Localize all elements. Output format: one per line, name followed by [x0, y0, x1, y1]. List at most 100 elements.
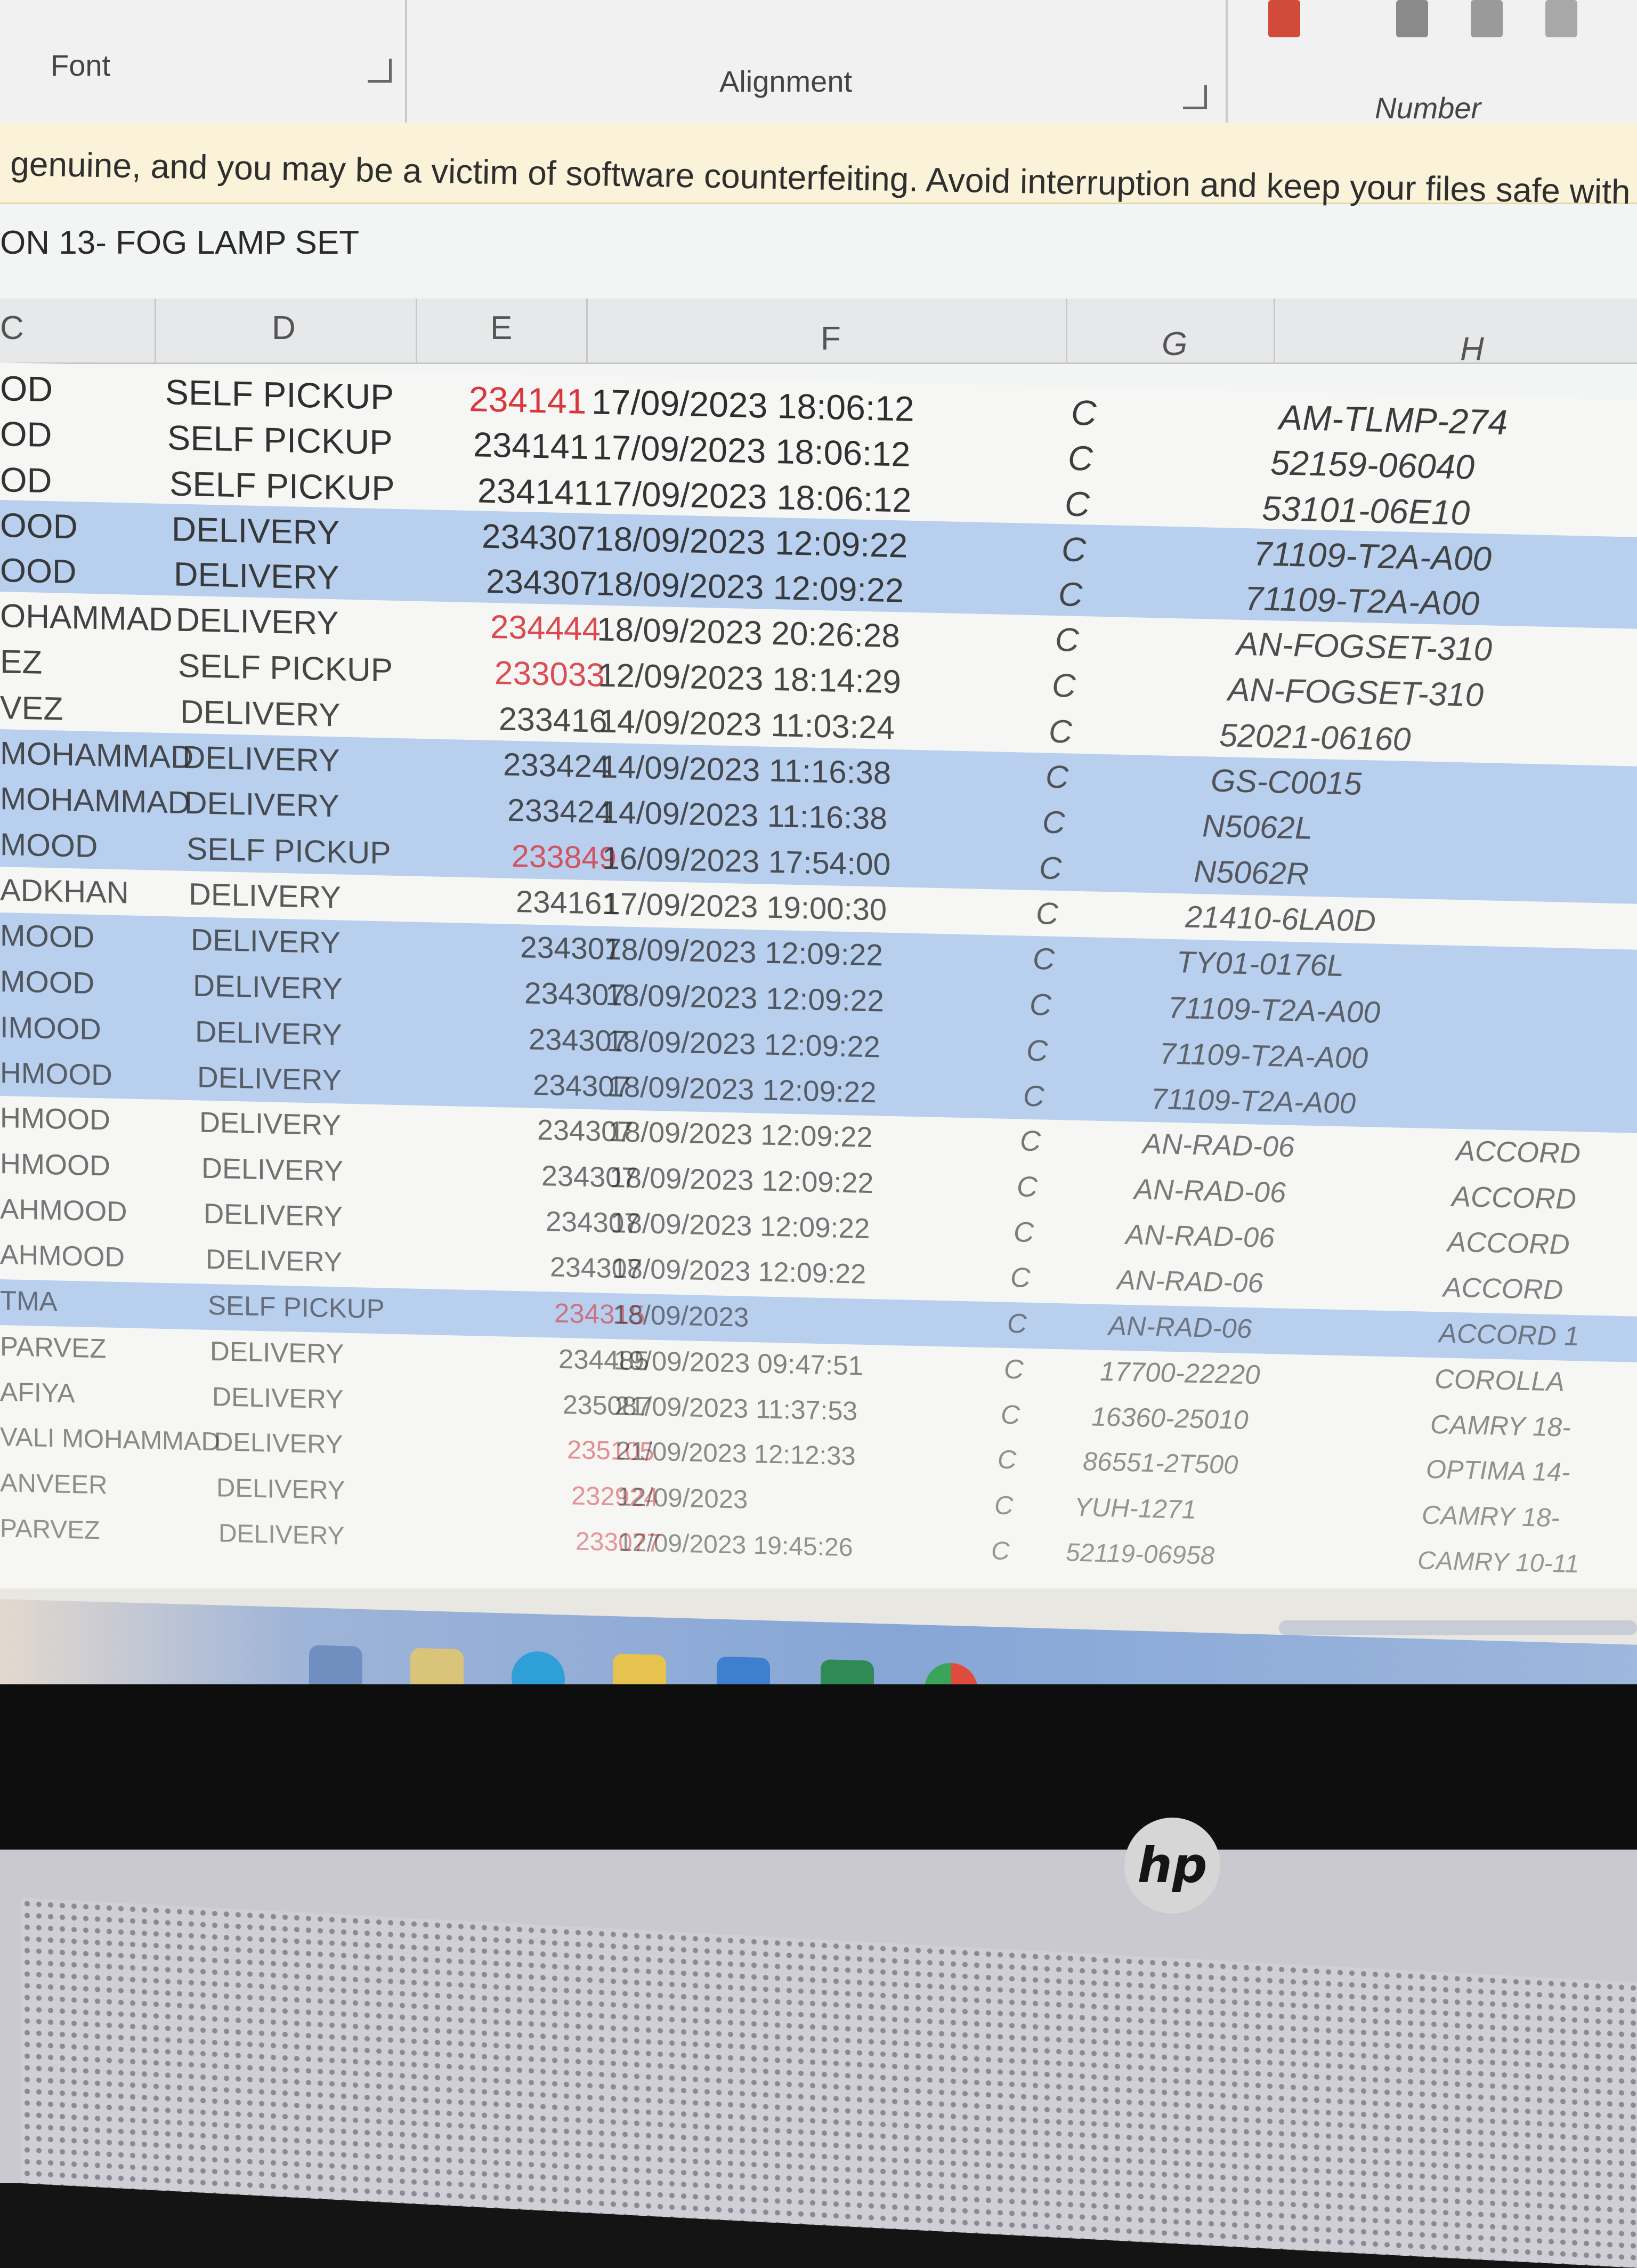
cell-delivery-type[interactable]: DELIVERY	[197, 1060, 342, 1097]
cell-part-number[interactable]: GS-C0015	[1211, 762, 1362, 802]
cell-delivery-type[interactable]: DELIVERY	[204, 1198, 343, 1233]
cell-customer[interactable]: ANVEER	[0, 1468, 108, 1500]
cell-status[interactable]: C	[1020, 1124, 1041, 1158]
cell-delivery-type[interactable]: DELIVERY	[195, 1014, 342, 1052]
cell-date-time[interactable]: 18/09/2023 12:09:22	[607, 1069, 877, 1109]
cell-delivery-type[interactable]: SELF PICKUP	[178, 647, 393, 690]
cell-part-number[interactable]: 86551-2T500	[1083, 1447, 1238, 1480]
column-divider[interactable]	[586, 298, 588, 362]
cell-date-time[interactable]: 12/09/2023 18:14:29	[598, 656, 901, 701]
cell-delivery-type[interactable]: DELIVERY	[193, 968, 343, 1006]
column-header-f[interactable]: F	[821, 320, 841, 358]
cell-customer[interactable]: EZ	[0, 643, 42, 682]
cell-delivery-type[interactable]: DELIVERY	[174, 555, 339, 597]
alignment-dialog-launcher-icon[interactable]	[1183, 85, 1207, 109]
cell-date-time[interactable]: 14/09/2023 11:03:24	[599, 703, 895, 747]
cell-model[interactable]: ACCORD	[1456, 1134, 1581, 1170]
cell-customer[interactable]: IMOOD	[0, 1010, 101, 1046]
cell-part-number[interactable]: AM-TLMP-274	[1279, 397, 1508, 442]
cell-status[interactable]: C	[1039, 850, 1062, 886]
cell-model[interactable]: COROLLA	[1435, 1363, 1565, 1398]
sheet-title-cell[interactable]: ON 13- FOG LAMP SET	[0, 224, 359, 262]
cell-status[interactable]: C	[1058, 575, 1083, 614]
cell-status[interactable]: C	[1036, 895, 1058, 932]
cell-date-time[interactable]: 21/09/2023 11:37:53	[615, 1390, 857, 1426]
cell-date-time[interactable]: 18/09/2023 12:09:22	[596, 564, 904, 610]
cell-date-time[interactable]: 14/09/2023 11:16:38	[600, 748, 891, 792]
cell-customer[interactable]: TMA	[0, 1285, 58, 1317]
cell-customer[interactable]: OD	[0, 414, 52, 455]
cell-status[interactable]: C	[1065, 483, 1090, 524]
cell-customer[interactable]: OD	[0, 459, 52, 501]
cell-customer[interactable]: HMOOD	[0, 1101, 110, 1137]
cell-order-number[interactable]: 234307	[482, 516, 596, 559]
cell-delivery-type[interactable]: DELIVERY	[201, 1152, 343, 1188]
cell-customer[interactable]: HMOOD	[0, 1055, 112, 1092]
cell-status[interactable]: C	[998, 1444, 1016, 1475]
cell-order-number[interactable]: 234307	[486, 562, 598, 603]
column-header-c[interactable]: C	[0, 309, 24, 347]
cell-customer[interactable]: PARVEZ	[0, 1330, 106, 1365]
cell-customer[interactable]: MOOD	[0, 918, 94, 955]
cell-date-time[interactable]: 17/09/2023 19:00:30	[603, 886, 887, 928]
cell-delivery-type[interactable]: DELIVERY	[182, 739, 340, 779]
cell-status[interactable]: C	[1033, 941, 1055, 977]
cell-date-time[interactable]: 18/09/2023 12:09:22	[612, 1253, 866, 1290]
cell-model[interactable]: ACCORD	[1443, 1271, 1563, 1306]
cell-status[interactable]: C	[1055, 621, 1079, 659]
cell-model[interactable]: ACCORD 1	[1439, 1317, 1579, 1352]
cell-date-time[interactable]: 18/09/2023 20:26:28	[597, 610, 900, 655]
cell-delivery-type[interactable]: DELIVERY	[184, 785, 339, 825]
cell-order-number[interactable]: 234141	[473, 424, 589, 467]
cell-part-number[interactable]: TY01-0176L	[1177, 945, 1344, 983]
percent-style-icon[interactable]	[1396, 0, 1428, 37]
cell-part-number[interactable]: AN-RAD-06	[1108, 1310, 1252, 1344]
cell-order-number[interactable]: 233849	[512, 838, 617, 876]
cell-part-number[interactable]: 71109-T2A-A00	[1151, 1081, 1356, 1120]
cell-order-number[interactable]: 233424	[507, 792, 612, 830]
column-divider[interactable]	[1274, 298, 1275, 362]
cell-part-number[interactable]: 52159-06040	[1270, 442, 1474, 487]
cell-date-time[interactable]: 18/09/2023	[613, 1298, 749, 1333]
cell-date-time[interactable]: 18/09/2023 12:09:22	[604, 932, 883, 973]
task-view-icon[interactable]	[309, 1645, 362, 1684]
cell-model[interactable]: CAMRY 18-	[1430, 1409, 1571, 1443]
cell-delivery-type[interactable]: SELF PICKUP	[167, 417, 393, 463]
currency-format-icon[interactable]	[1268, 0, 1300, 37]
cell-part-number[interactable]: AN-RAD-06	[1142, 1127, 1294, 1164]
cell-delivery-type[interactable]: DELIVERY	[206, 1244, 342, 1279]
cell-date-time[interactable]: 18/09/2023 12:09:22	[605, 978, 884, 1019]
cell-date-time[interactable]: 18/09/2023 12:09:22	[609, 1115, 872, 1154]
cell-delivery-type[interactable]: DELIVERY	[176, 601, 339, 642]
column-divider[interactable]	[155, 298, 156, 362]
cell-date-time[interactable]: 18/09/2023 12:09:22	[611, 1207, 870, 1245]
cell-date-time[interactable]: 18/09/2023 12:09:22	[606, 1023, 880, 1064]
cell-customer[interactable]: VEZ	[0, 689, 63, 728]
cell-delivery-type[interactable]: DELIVERY	[180, 693, 341, 734]
cell-part-number[interactable]: AN-RAD-06	[1134, 1173, 1286, 1209]
cell-status[interactable]: C	[1061, 529, 1086, 569]
cell-date-time[interactable]: 14/09/2023 11:16:38	[601, 794, 887, 837]
column-divider[interactable]	[1066, 298, 1067, 362]
cell-status[interactable]: C	[1001, 1399, 1020, 1431]
font-dialog-launcher-icon[interactable]	[368, 59, 392, 83]
cell-status[interactable]: C	[1004, 1353, 1024, 1385]
cell-status[interactable]: C	[1014, 1216, 1034, 1249]
cell-delivery-type[interactable]: SELF PICKUP	[165, 372, 394, 417]
cell-part-number[interactable]: 52119-06958	[1066, 1538, 1214, 1570]
cell-status[interactable]: C	[1023, 1079, 1044, 1113]
cell-customer[interactable]: AHMOOD	[0, 1239, 125, 1273]
edge-icon[interactable]	[512, 1650, 565, 1684]
cell-order-number[interactable]: 233416	[499, 700, 607, 740]
cell-status[interactable]: C	[1052, 667, 1076, 705]
cell-date-time[interactable]: 16/09/2023 17:54:00	[602, 840, 890, 883]
cell-customer[interactable]: MOHAMMAD	[0, 780, 190, 821]
cell-delivery-type[interactable]: DELIVERY	[212, 1381, 343, 1415]
cell-delivery-type[interactable]: DELIVERY	[189, 876, 341, 915]
cell-status[interactable]: C	[994, 1490, 1013, 1521]
cell-delivery-type[interactable]: DELIVERY	[214, 1427, 343, 1459]
cell-order-number[interactable]: 234444	[490, 608, 601, 649]
cell-customer[interactable]: MOHAMMAD	[0, 735, 193, 776]
column-divider[interactable]	[416, 298, 417, 362]
cell-part-number[interactable]: AN-FOGSET-310	[1236, 625, 1492, 669]
